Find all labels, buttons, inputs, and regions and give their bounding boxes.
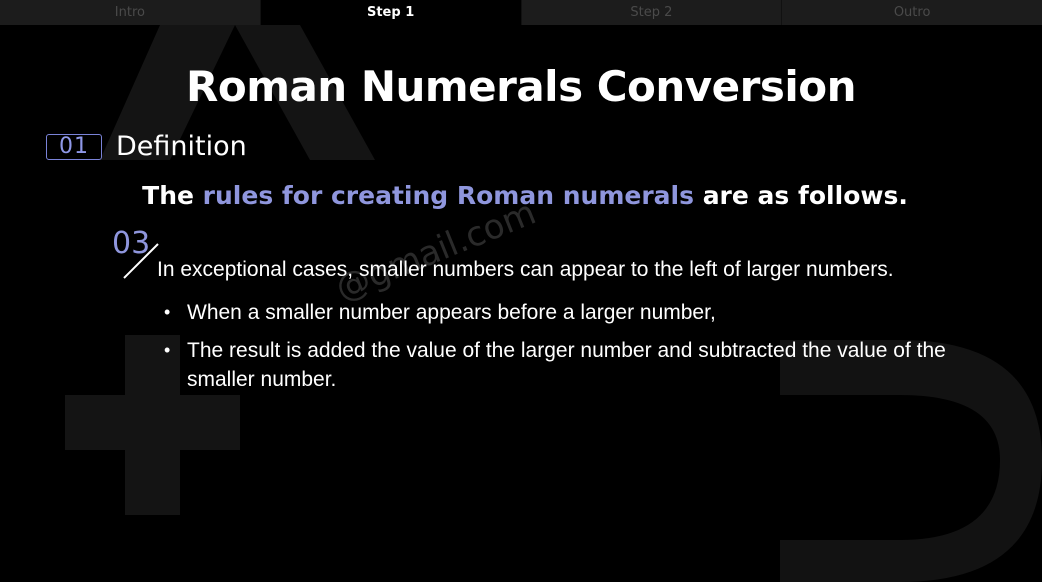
section-title: Definition (116, 131, 247, 162)
page-title: Roman Numerals Conversion (186, 62, 857, 111)
rule-text: In exceptional cases, smaller numbers ca… (157, 258, 894, 281)
slash-icon (123, 243, 159, 279)
tab-bar: Intro Step 1 Step 2 Outro (0, 0, 1042, 25)
tab-outro[interactable]: Outro (782, 0, 1042, 25)
tab-step-2[interactable]: Step 2 (522, 0, 783, 25)
lead-suffix: are as follows. (693, 181, 908, 210)
section-header: 01 Definition (46, 131, 247, 162)
bullet-text: When a smaller number appears before a l… (187, 301, 716, 324)
bullet-icon: • (164, 340, 171, 360)
list-item: • When a smaller number appears before a … (164, 298, 964, 327)
lead-sentence: The rules for creating Roman numerals ar… (0, 181, 1042, 210)
bullet-icon: • (164, 302, 171, 322)
list-item: • The result is added the value of the la… (164, 336, 964, 394)
bullet-list: • When a smaller number appears before a … (164, 298, 964, 403)
tab-intro[interactable]: Intro (0, 0, 261, 25)
bullet-text: The result is added the value of the lar… (187, 339, 946, 391)
lead-highlight: rules for creating Roman numerals (202, 181, 694, 210)
lead-prefix: The (142, 181, 203, 210)
section-number-badge: 01 (46, 133, 102, 160)
tab-step-1[interactable]: Step 1 (260, 0, 522, 25)
watermark: @gmail.com (330, 192, 542, 310)
